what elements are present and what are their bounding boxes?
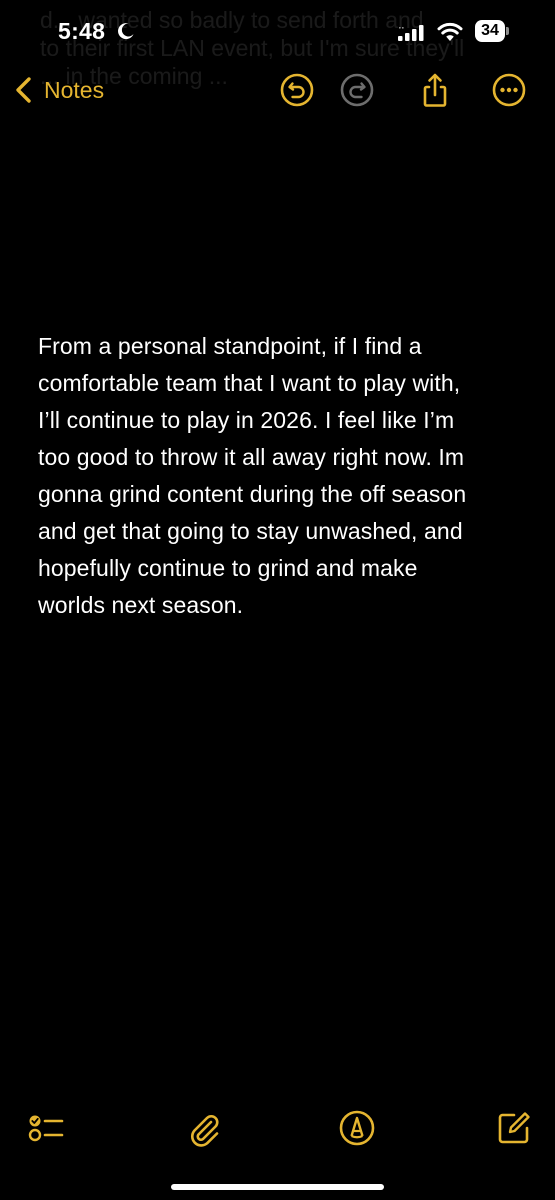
home-indicator: [171, 1184, 384, 1190]
note-line: and get that going to stay unwashed, and: [38, 518, 463, 544]
redo-icon[interactable]: [339, 72, 375, 108]
notes-screen: d... wanted so badly to send forth and t…: [0, 0, 555, 1200]
note-line: hopefully continue to grind and make: [38, 555, 418, 581]
paperclip-icon[interactable]: [184, 1108, 224, 1148]
undo-icon[interactable]: [279, 72, 315, 108]
navigation-bar: Notes: [0, 62, 555, 118]
battery-level: 34: [475, 20, 505, 42]
compose-icon[interactable]: [494, 1108, 534, 1148]
note-line: comfortable team that I want to play wit…: [38, 370, 461, 396]
status-time: 5:48: [58, 18, 106, 44]
battery-tip: [506, 27, 509, 35]
back-button-label: Notes: [44, 76, 105, 103]
wifi-icon: [437, 22, 463, 42]
back-button[interactable]: Notes: [14, 72, 104, 108]
battery-indicator: 34: [475, 20, 509, 42]
note-line: gonna grind content during the off seaso…: [38, 481, 467, 507]
share-icon[interactable]: [417, 72, 453, 108]
cellular-signal-icon: [398, 25, 426, 41]
status-bar: 5:48 34: [0, 0, 555, 62]
note-body[interactable]: From a personal standpoint, if I find a …: [38, 328, 528, 624]
moon-icon: [117, 22, 135, 40]
markup-pen-icon[interactable]: [337, 1108, 377, 1148]
note-line: From a personal standpoint, if I find a: [38, 333, 422, 359]
chevron-left-icon: [14, 76, 32, 104]
note-line: I’ll continue to play in 2026. I feel li…: [38, 407, 455, 433]
bottom-toolbar: [0, 1100, 555, 1160]
note-line: worlds next season.: [38, 592, 244, 618]
checklist-icon[interactable]: [26, 1108, 66, 1148]
note-line: too good to throw it all away right now.…: [38, 444, 465, 470]
more-icon[interactable]: [491, 72, 527, 108]
